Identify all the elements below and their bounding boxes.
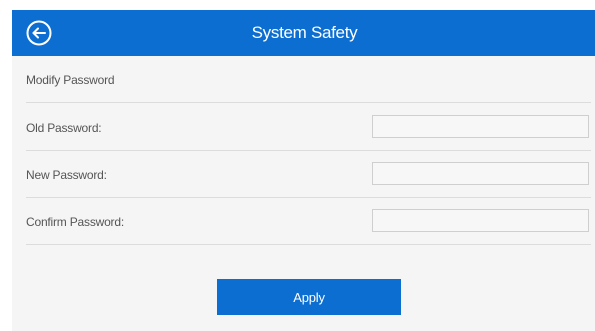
back-button[interactable] xyxy=(26,20,52,46)
page-title: System Safety xyxy=(251,23,358,42)
apply-button[interactable]: Apply xyxy=(217,279,401,315)
divider xyxy=(26,102,591,103)
new-password-label: New Password: xyxy=(26,168,107,182)
old-password-label: Old Password: xyxy=(26,121,102,135)
section-title: Modify Password xyxy=(26,73,115,87)
divider xyxy=(26,150,591,151)
old-password-input[interactable] xyxy=(372,115,589,138)
confirm-password-label: Confirm Password: xyxy=(26,215,124,229)
app-frame: System Safety Modify Password Old Passwo… xyxy=(12,10,595,331)
divider xyxy=(26,197,591,198)
confirm-password-input[interactable] xyxy=(372,209,589,232)
header-bar: System Safety xyxy=(12,10,595,56)
divider xyxy=(26,244,591,245)
back-arrow-circle-icon xyxy=(26,20,52,46)
new-password-input[interactable] xyxy=(372,162,589,185)
